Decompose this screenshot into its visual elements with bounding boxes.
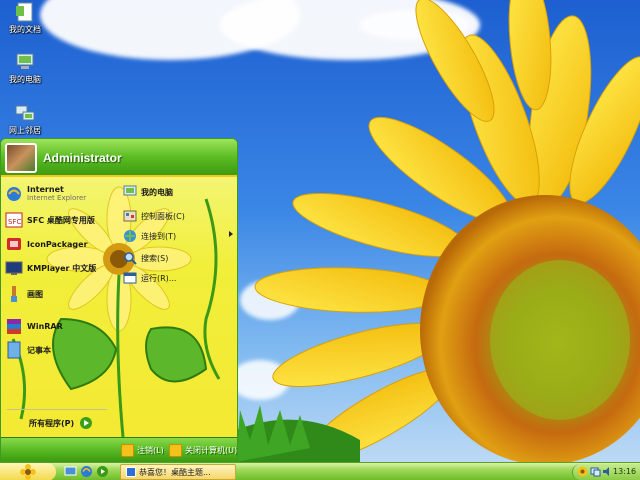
show-desktop-icon[interactable] [64,465,77,478]
internet-explorer-icon[interactable] [80,465,93,478]
desktop-icon-label: 我的电脑 [9,75,41,84]
logoff-icon [121,444,134,457]
start-item-title: WinRAR [27,321,63,331]
start-place-search[interactable]: 搜索(S) [123,249,233,267]
start-item-notepad[interactable]: 记事本 [5,339,115,361]
taskbar-window-button[interactable]: 恭喜您！桌酷主题... [120,464,236,480]
clock[interactable]: 13:16 [613,467,636,476]
start-item-title: 记事本 [27,345,51,355]
start-place-label: 连接到(T) [141,231,177,241]
start-button[interactable] [0,463,56,480]
search-icon [124,252,137,265]
start-item-paint[interactable]: 画图 [5,283,115,305]
tray-sunflower-icon[interactable] [577,466,588,477]
submenu-arrow-icon [229,231,233,237]
my-computer-icon [123,185,137,196]
taskbar: 恭喜您！桌酷主题... 13:16 [0,462,640,480]
start-menu-divider [7,409,107,410]
shutdown-label: 关闭计算机(U) [185,446,238,455]
notepad-icon [7,341,21,359]
start-item-title: 画图 [27,289,43,299]
start-place-connect-to[interactable]: 连接到(T) [123,227,233,245]
taskbar-window-title: 恭喜您！桌酷主题... [139,467,211,477]
start-place-run[interactable]: 运行(R)... [123,269,233,287]
sunflower-start-icon [20,464,36,480]
user-avatar[interactable] [5,143,37,173]
system-tray: 13:16 [572,464,640,480]
username: Administrator [43,151,122,165]
start-place-label: 运行(R)... [141,273,177,283]
network-places-icon [15,105,35,121]
desktop-icon-my-computer[interactable]: 我的电脑 [0,52,50,85]
kmplayer-icon [5,261,23,275]
start-menu-footer: 注销(L) 关闭计算机(U) [1,437,237,461]
desktop-icon-label: 网上邻居 [9,126,41,135]
shutdown-button[interactable]: 关闭计算机(U) [169,444,237,457]
paint-icon [11,286,17,302]
control-panel-icon [123,210,137,222]
start-item-kmplayer[interactable]: KMPlayer 中文版 [5,257,115,279]
start-place-label: 控制面板(C) [141,211,185,221]
connect-to-icon [124,230,136,242]
all-programs-button[interactable]: 所有程序(P) [29,417,93,429]
start-item-title: KMPlayer 中文版 [27,263,97,273]
start-item-subtitle: Internet Explorer [27,194,87,202]
shutdown-icon [169,444,182,457]
start-place-label: 我的电脑 [141,187,173,197]
all-programs-label: 所有程序(P) [29,418,75,428]
my-documents-icon [16,2,33,22]
start-item-internet[interactable]: Internet Internet Explorer [5,183,115,205]
winrar-icon [7,319,21,334]
arrow-right-icon [80,417,93,429]
start-item-iconpackager[interactable]: IconPackager [5,233,115,255]
start-item-sfc[interactable]: SFC SFC 桌酷网专用版 [5,209,115,231]
start-place-my-computer[interactable]: 我的电脑 [123,183,233,201]
start-item-title: SFC 桌酷网专用版 [27,215,95,225]
start-menu: Administrator Internet Internet Explorer [0,138,238,462]
run-icon [123,272,137,284]
iconpackager-icon [7,238,21,250]
sfc-app-icon: SFC [5,212,23,228]
start-item-title: IconPackager [27,239,88,249]
desktop-icon-label: 我的文档 [9,25,41,34]
desktop-icon-network-places[interactable]: 网上邻居 [0,103,50,136]
start-menu-header: Administrator [1,139,237,177]
internet-explorer-icon [7,187,21,201]
logoff-label: 注销(L) [137,446,164,455]
start-place-control-panel[interactable]: 控制面板(C) [123,207,233,225]
start-item-title: Internet [27,185,64,194]
logoff-button[interactable]: 注销(L) [121,444,164,457]
desktop-icon-my-documents[interactable]: 我的文档 [0,2,50,35]
media-player-icon[interactable] [96,465,109,478]
network-status-icon[interactable] [590,466,601,477]
my-computer-icon [16,53,34,69]
svg-text:SFC: SFC [8,218,21,226]
volume-icon[interactable] [602,466,613,477]
start-place-label: 搜索(S) [141,253,169,263]
window-icon [126,467,136,477]
start-item-winrar[interactable]: WinRAR [5,315,115,337]
